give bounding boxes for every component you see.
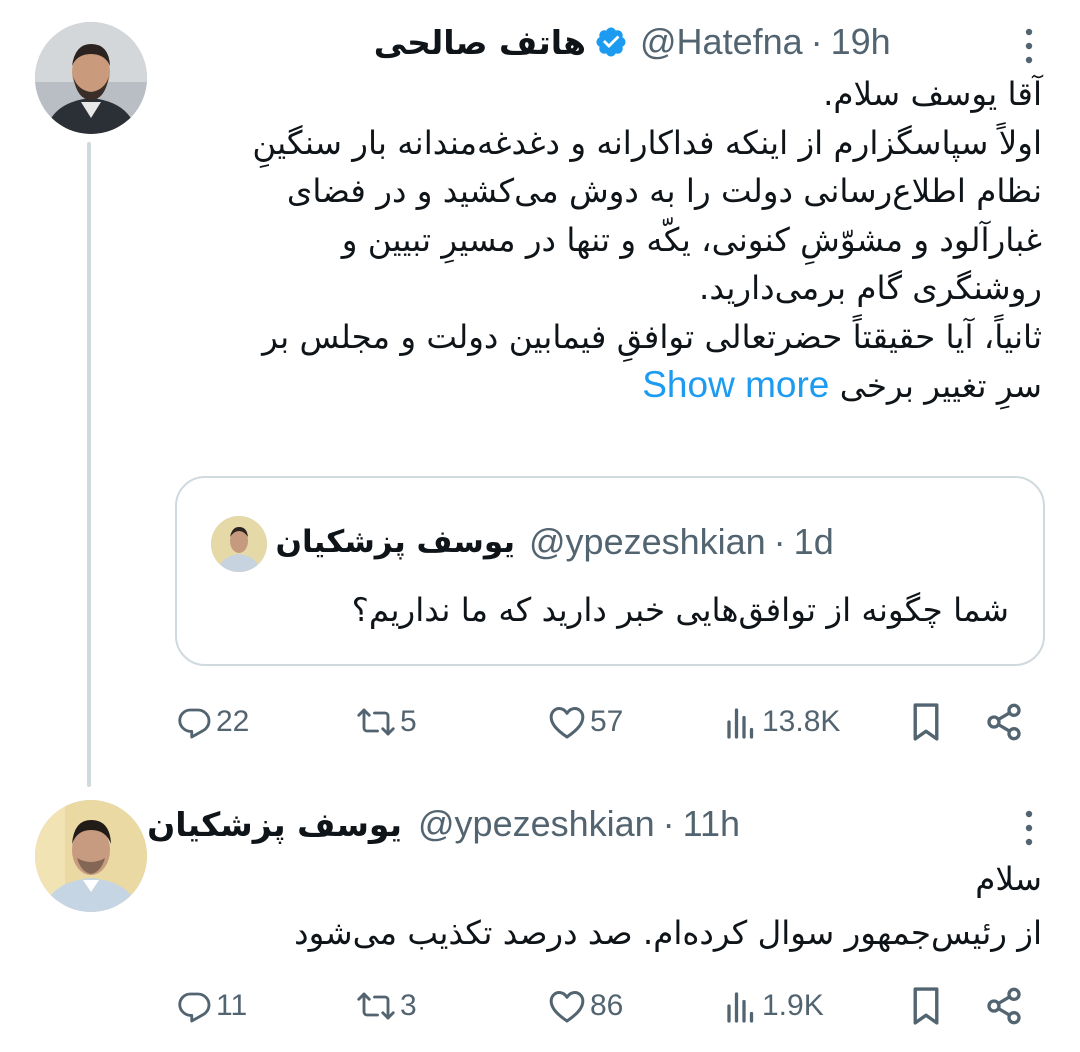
repost-button[interactable]: 3 bbox=[356, 984, 417, 1028]
tweet-meta: @Hatefna · 19h bbox=[640, 18, 891, 66]
like-icon bbox=[549, 991, 585, 1023]
reply-icon bbox=[178, 708, 211, 739]
tweet-line-last: سرِ تغییر برخی Show more bbox=[162, 361, 1042, 411]
author-name[interactable]: یوسف پزشکیان bbox=[147, 805, 402, 844]
quoted-handle: @ypezeshkian bbox=[529, 521, 766, 562]
quoted-text: شما چگونه از توافق‌هایی خبر دارید که ما … bbox=[351, 591, 1009, 629]
separator-dot: · bbox=[773, 521, 786, 562]
reply-count: 11 bbox=[216, 989, 248, 1022]
share-button[interactable] bbox=[984, 984, 1024, 1028]
views-button[interactable]: 1.9K bbox=[724, 984, 824, 1028]
tweet-line: ثانیاً، آیا حقیقتاً حضرتعالی توافقِ فیما… bbox=[262, 317, 1042, 356]
views-count: 1.9K bbox=[762, 989, 824, 1022]
tweet-header: هاتف صالحی bbox=[374, 18, 628, 66]
quoted-meta: @ypezeshkian · 1d bbox=[529, 518, 834, 566]
quoted-avatar bbox=[211, 516, 267, 572]
quoted-header: یوسف پزشکیان bbox=[276, 518, 515, 566]
repost-icon bbox=[357, 992, 395, 1020]
tweet-line: سلام bbox=[975, 860, 1042, 898]
tweet-line: غبارآلود و مشوّشِ کنونی، یکّه و تنها در … bbox=[341, 220, 1042, 259]
quoted-tweet-card[interactable]: یوسف پزشکیان @ypezeshkian · 1d شما چگونه… bbox=[175, 476, 1045, 666]
repost-button[interactable]: 5 bbox=[356, 700, 417, 744]
repost-count: 3 bbox=[400, 989, 417, 1022]
like-button[interactable]: 86 bbox=[548, 984, 623, 1028]
avatar[interactable] bbox=[35, 800, 147, 912]
reply-count: 22 bbox=[216, 705, 250, 738]
more-icon[interactable] bbox=[1020, 804, 1038, 852]
author-handle[interactable]: @Hatefna bbox=[640, 21, 803, 63]
tweet-text: سلام از رئیس‌جمهور سوال کرده‌ام. صد درصد… bbox=[162, 852, 1042, 960]
views-icon bbox=[727, 992, 754, 1023]
verified-badge-icon bbox=[594, 25, 628, 59]
views-icon bbox=[727, 708, 754, 739]
thread-connector-line bbox=[87, 142, 91, 787]
more-icon[interactable] bbox=[1020, 22, 1038, 70]
share-icon bbox=[987, 703, 1021, 741]
tweet-line: از رئیس‌جمهور سوال کرده‌ام. صد درصد تکذی… bbox=[294, 914, 1042, 952]
separator-dot: · bbox=[810, 21, 823, 62]
repost-icon bbox=[357, 708, 395, 736]
separator-dot: · bbox=[662, 803, 675, 844]
bookmark-icon bbox=[913, 987, 939, 1025]
quoted-author-name: یوسف پزشکیان bbox=[275, 524, 515, 560]
tweet-header: یوسف پزشکیان bbox=[147, 800, 402, 848]
like-count: 86 bbox=[590, 989, 624, 1022]
like-button[interactable]: 57 bbox=[548, 700, 623, 744]
author-name[interactable]: هاتف صالحی bbox=[374, 23, 586, 62]
tweet-time[interactable]: 11h bbox=[683, 803, 740, 845]
tweet-line: روشنگری گام برمی‌دارید. bbox=[698, 269, 1042, 307]
reply-button[interactable]: 11 bbox=[176, 984, 247, 1028]
reply-button[interactable]: 22 bbox=[176, 700, 249, 744]
views-button[interactable]: 13.8K bbox=[724, 700, 840, 744]
tweet-time[interactable]: 19h bbox=[831, 21, 891, 63]
tweet-line: اولاً سپاسگزارم از اینکه فداکارانه و دغد… bbox=[252, 123, 1042, 162]
quoted-time: 1d bbox=[793, 521, 834, 562]
author-handle[interactable]: @ypezeshkian bbox=[418, 803, 655, 845]
repost-count: 5 bbox=[400, 705, 417, 738]
like-icon bbox=[549, 707, 585, 739]
tweet-line: سرِ تغییر برخی bbox=[839, 367, 1042, 405]
tweet-text: آقا یوسف سلام. اولاً سپاسگزارم از اینکه … bbox=[162, 70, 1042, 411]
show-more-link[interactable]: Show more bbox=[642, 364, 829, 405]
bookmark-button[interactable] bbox=[910, 700, 942, 744]
share-button[interactable] bbox=[984, 700, 1024, 744]
bookmark-icon bbox=[913, 703, 939, 741]
views-count: 13.8K bbox=[762, 705, 841, 738]
like-count: 57 bbox=[590, 705, 624, 738]
reply-icon bbox=[178, 992, 211, 1023]
share-icon bbox=[987, 987, 1021, 1025]
tweet-line: نظام اطلاع‌رسانی دولت را به دوش می‌کشید … bbox=[286, 172, 1042, 210]
tweet-meta: @ypezeshkian · 11h bbox=[418, 800, 740, 848]
tweet-line: آقا یوسف سلام. bbox=[823, 75, 1042, 113]
avatar[interactable] bbox=[35, 22, 147, 134]
bookmark-button[interactable] bbox=[910, 984, 942, 1028]
